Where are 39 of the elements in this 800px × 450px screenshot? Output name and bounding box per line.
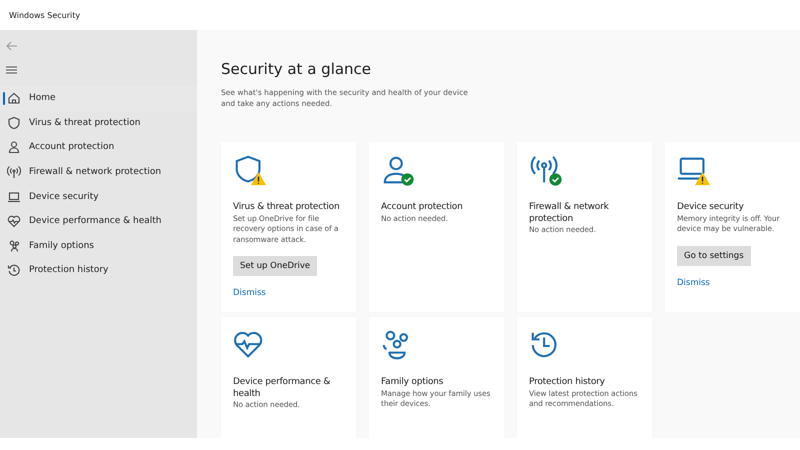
sidebar-item[interactable]: Family options xyxy=(0,234,197,258)
warning-icon xyxy=(250,172,266,186)
signal-icon xyxy=(530,156,558,182)
card-title: Family options xyxy=(381,377,444,389)
sidebar-item[interactable]: Device performance & health xyxy=(0,208,197,234)
dismiss-link[interactable]: Dismiss xyxy=(233,288,266,298)
shield-icon xyxy=(236,156,260,182)
signal-icon xyxy=(7,165,21,180)
people-icon xyxy=(7,238,21,253)
sidebar-item[interactable]: Protection history xyxy=(0,258,197,283)
clock-icon xyxy=(7,263,21,278)
clock-icon xyxy=(532,332,556,358)
card-title: Virus & threat protection xyxy=(233,202,340,214)
window-title: Windows Security xyxy=(9,10,80,20)
laptop-icon xyxy=(7,190,21,204)
card-title: Account protection xyxy=(381,202,463,214)
person-icon xyxy=(7,140,21,154)
sidebar-item[interactable]: Device security xyxy=(0,184,197,209)
checkmark-icon xyxy=(549,173,562,186)
shield-icon xyxy=(7,116,21,130)
page-title: Security at a glance xyxy=(221,60,372,78)
action-button[interactable]: Set up OneDrive xyxy=(233,256,318,276)
dismiss-link[interactable]: Dismiss xyxy=(677,278,710,288)
people-icon xyxy=(382,330,408,360)
action-button[interactable]: Go to settings xyxy=(677,246,751,266)
laptop-icon xyxy=(678,158,706,180)
sidebar-item[interactable]: Firewall & network protection xyxy=(0,160,197,184)
warning-icon xyxy=(694,172,710,186)
menu-icon[interactable] xyxy=(6,66,17,74)
heart-icon xyxy=(234,332,262,358)
card-title: Device security xyxy=(677,202,744,214)
card-title: Firewall & network protection xyxy=(529,202,610,226)
card-title: Device performance & health xyxy=(233,377,332,400)
sidebar-item[interactable]: Virus & threat protection xyxy=(0,110,197,136)
card-title: Protection history xyxy=(529,377,605,389)
home-icon xyxy=(7,91,21,106)
sidebar-item[interactable]: Account protection xyxy=(0,135,197,160)
checkmark-icon xyxy=(401,173,414,186)
heart-icon xyxy=(7,214,21,228)
